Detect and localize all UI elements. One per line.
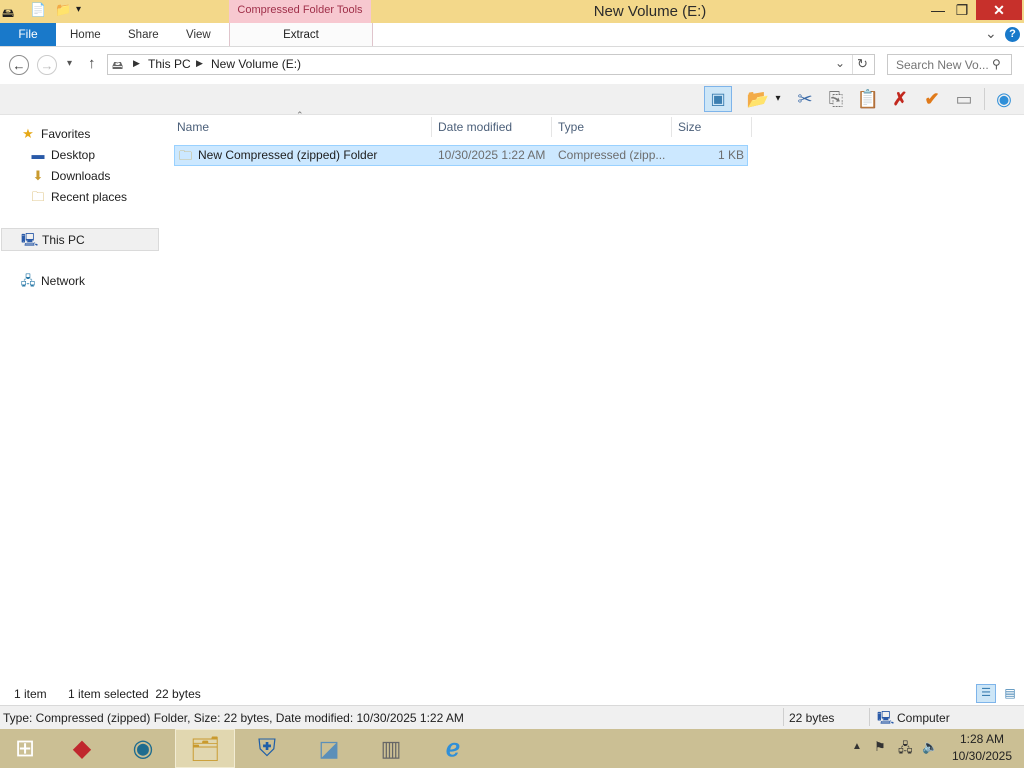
file-row[interactable]: 🗀 New Compressed (zipped) Folder 10/30/2… — [174, 145, 748, 166]
close-button[interactable]: ✕ — [976, 0, 1022, 20]
file-date-modified: 10/30/2025 1:22 AM — [438, 148, 546, 162]
context-tab-group: Compressed Folder Tools — [229, 0, 371, 23]
clock-date: 10/30/2025 — [951, 749, 1013, 763]
system-clock[interactable]: 1:28 AM 10/30/2025 — [944, 731, 1020, 765]
ribbon-collapse-icon[interactable]: ⌄ — [985, 25, 997, 42]
clock-time: 1:28 AM — [959, 732, 1005, 746]
column-header-name[interactable]: Name — [171, 117, 432, 137]
tab-file[interactable]: File — [0, 23, 56, 46]
back-button[interactable]: ← — [9, 55, 29, 75]
minimize-button[interactable]: — — [928, 0, 948, 20]
status-divider — [783, 708, 784, 726]
status-details: Type: Compressed (zipped) Folder, Size: … — [3, 711, 464, 725]
new-folder-icon[interactable]: 📁 — [55, 2, 71, 18]
large-icons-view-icon[interactable]: ▤ — [1000, 684, 1020, 703]
nav-desktop[interactable]: ▬ Desktop — [30, 144, 96, 165]
app-server-icon[interactable]: ▥ — [361, 729, 421, 768]
nav-downloads[interactable]: ⬇ Downloads — [30, 165, 111, 186]
column-header-date-modified[interactable]: Date modified — [432, 117, 552, 137]
selection-status: 1 item selected 22 bytes — [68, 687, 201, 701]
recent-locations-dropdown-icon[interactable]: ▾ — [67, 58, 72, 69]
recent-places-icon: 🗀 — [31, 189, 45, 204]
computer-icon: 🖳 — [21, 232, 39, 247]
forward-button[interactable]: → — [37, 55, 57, 75]
copy-icon[interactable]: ⎘ — [822, 86, 850, 112]
status-location: Computer — [897, 711, 950, 725]
drive-icon: 🖴 — [112, 60, 124, 72]
nav-favorites-label: Favorites — [41, 127, 91, 141]
nav-this-pc-label: This PC — [42, 233, 85, 247]
nav-recent-places-label: Recent places — [51, 190, 128, 204]
tab-share[interactable]: Share — [128, 23, 159, 46]
network-icon: 🖧 — [20, 273, 36, 288]
downloads-icon: ⬇ — [32, 168, 44, 183]
folder-options-icon[interactable]: 📂 — [744, 86, 772, 112]
restore-button[interactable]: ❐ — [952, 0, 972, 20]
tab-extract[interactable]: Extract — [229, 23, 373, 46]
tab-home[interactable]: Home — [70, 23, 101, 46]
tab-view[interactable]: View — [186, 23, 211, 46]
properties-card-icon[interactable]: ▭ — [950, 86, 978, 112]
app-shield-icon[interactable]: ⛨ — [237, 729, 297, 768]
preview-pane-icon[interactable]: ▣ — [704, 86, 732, 112]
file-explorer-taskbar-button[interactable]: 🗂 — [175, 729, 235, 768]
file-type: Compressed (zipp... — [558, 148, 666, 162]
file-size: 1 KB — [717, 148, 744, 162]
file-name: New Compressed (zipped) Folder — [198, 148, 378, 162]
refresh-icon[interactable]: ↻ — [857, 56, 868, 72]
nav-desktop-label: Desktop — [51, 148, 96, 162]
breadcrumb-this-pc[interactable]: This PC — [148, 57, 191, 71]
app-globe-icon[interactable]: ◉ — [113, 729, 173, 768]
properties-icon[interactable]: 📄 — [30, 2, 46, 18]
nav-this-pc[interactable]: 🖳 This PC — [1, 228, 159, 251]
tray-clock-flag-icon[interactable]: ⚑ — [874, 739, 886, 755]
toolbar-divider — [984, 88, 985, 110]
internet-explorer-icon[interactable]: ℯ — [423, 729, 483, 768]
delete-x-icon[interactable]: ✗ — [886, 86, 914, 112]
status-divider — [869, 708, 870, 726]
address-divider — [852, 55, 853, 74]
address-dropdown-icon[interactable]: ⌄ — [835, 56, 845, 70]
help-icon[interactable]: ? — [1005, 27, 1020, 42]
globe-icon[interactable]: ◉ — [990, 86, 1018, 112]
start-windows-icon[interactable]: ⊞ — [0, 729, 50, 768]
column-header-type[interactable]: Type — [552, 117, 672, 137]
up-button[interactable]: ↑ — [88, 55, 96, 72]
tray-network-icon[interactable]: 🖧 — [898, 739, 913, 761]
window-title: New Volume (E:) — [593, 3, 707, 20]
nav-network[interactable]: 🖧 Network — [20, 270, 85, 291]
quick-access-dropdown-icon[interactable]: ▾ — [76, 4, 81, 15]
title-bar — [0, 0, 1024, 23]
breadcrumb-new-volume[interactable]: New Volume (E:) — [211, 57, 301, 71]
tray-volume-icon[interactable]: 🔈 — [922, 739, 938, 755]
address-bar[interactable]: 🖴 ▶ This PC ▶ New Volume (E:) ⌄ ↻ — [107, 54, 875, 75]
nav-downloads-label: Downloads — [51, 169, 111, 183]
star-icon: ★ — [22, 126, 34, 141]
search-icon[interactable]: ⚲ — [992, 57, 1001, 71]
scissors-icon[interactable]: ✂ — [791, 86, 819, 112]
status-size: 22 bytes — [789, 711, 835, 725]
nav-favorites[interactable]: ★ Favorites — [20, 123, 90, 144]
app-notepad-icon[interactable]: ◪ — [299, 729, 359, 768]
desktop-icon: ▬ — [31, 147, 45, 162]
column-header-size[interactable]: Size — [672, 117, 752, 137]
paste-icon[interactable]: 📋 — [854, 86, 882, 112]
zip-folder-icon: 🗀 — [179, 148, 193, 163]
computer-icon: 🖳 — [877, 710, 895, 725]
breadcrumb-separator-icon[interactable]: ▶ — [133, 58, 140, 69]
nav-recent-places[interactable]: 🗀 Recent places — [30, 186, 127, 207]
details-view-icon[interactable]: ☰ — [976, 684, 996, 703]
drive-icon: 🖴 — [2, 6, 15, 20]
show-hidden-icons-icon[interactable]: ▲ — [852, 741, 862, 752]
breadcrumb-separator-icon[interactable]: ▶ — [196, 58, 203, 69]
nav-network-label: Network — [41, 274, 86, 288]
item-count: 1 item — [14, 687, 47, 701]
folder-options-dropdown-icon[interactable]: ▾ — [770, 86, 786, 112]
checkmark-icon[interactable]: ✔ — [918, 86, 946, 112]
app-red-cube-icon[interactable]: ◆ — [52, 729, 112, 768]
